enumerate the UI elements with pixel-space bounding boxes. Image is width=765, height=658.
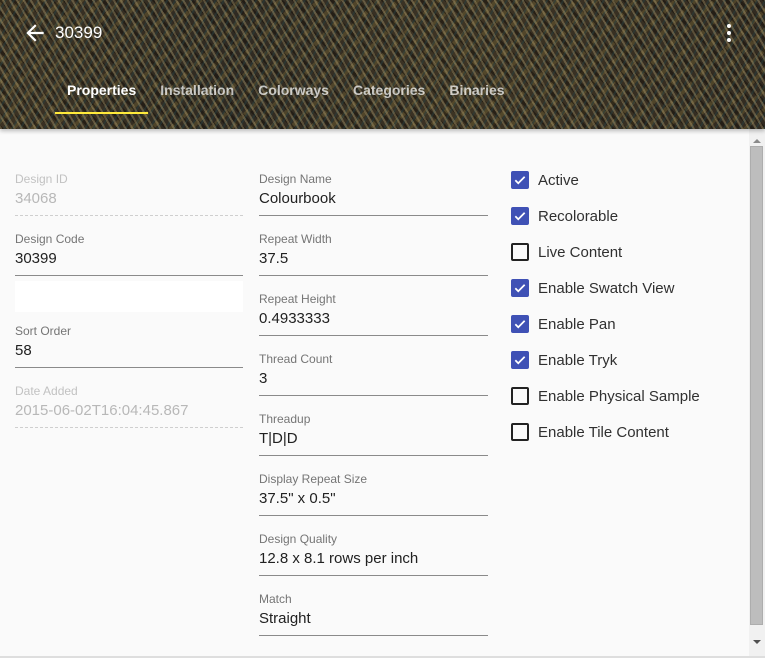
date-added-label: Date Added: [15, 384, 78, 398]
display-repeat-size-label: Display Repeat Size: [259, 472, 368, 486]
sort-order-field[interactable]: Sort Order 58: [15, 324, 243, 374]
repeat-width-value: 37.5: [259, 250, 289, 267]
app-header: 30399 Properties Installation Colorways …: [0, 0, 765, 129]
checkbox-label: Enable Physical Sample: [538, 387, 700, 405]
checkbox-box[interactable]: [511, 387, 529, 405]
repeat-height-label: Repeat Height: [259, 292, 336, 306]
checkbox-box[interactable]: [511, 207, 529, 225]
checkbox-enable-swatch-view[interactable]: Enable Swatch View: [511, 277, 674, 299]
design-name-value: Colourbook: [259, 190, 336, 207]
field-underline: [259, 275, 488, 276]
check-icon: [514, 356, 526, 365]
tab-properties[interactable]: Properties: [55, 76, 149, 114]
back-button[interactable]: [22, 20, 48, 46]
checkbox-box[interactable]: [511, 279, 529, 297]
threadup-value: T|D|D: [259, 430, 298, 447]
design-name-field[interactable]: Design Name Colourbook: [259, 172, 488, 222]
field-underline: [15, 367, 243, 368]
tab-categories[interactable]: Categories: [341, 76, 437, 114]
vertical-scrollbar[interactable]: [749, 129, 765, 658]
design-id-field[interactable]: Design ID 34068: [15, 172, 243, 222]
tab-colorways[interactable]: Colorways: [246, 76, 341, 114]
more-vert-icon: [727, 24, 731, 28]
design-quality-field[interactable]: Design Quality 12.8 x 8.1 rows per inch: [259, 532, 488, 582]
check-icon: [514, 320, 526, 329]
sort-order-label: Sort Order: [15, 324, 72, 338]
checkbox-recolorable[interactable]: Recolorable: [511, 205, 618, 227]
checkbox-label: Enable Swatch View: [538, 279, 675, 297]
checkbox-label: Recolorable: [538, 207, 619, 225]
checkbox-label: Enable Tryk: [538, 351, 618, 369]
checkbox-box[interactable]: [511, 315, 529, 333]
design-code-value: 30399: [15, 250, 57, 267]
repeat-height-field[interactable]: Repeat Height 0.4933333: [259, 292, 488, 342]
field-underline: [259, 455, 488, 456]
field-underline: [259, 515, 488, 516]
field-underline: [259, 215, 488, 216]
check-icon: [514, 212, 526, 221]
repeat-width-field[interactable]: Repeat Width 37.5: [259, 232, 488, 282]
tab-bar: Properties Installation Colorways Catego…: [55, 76, 517, 114]
tab-binaries[interactable]: Binaries: [437, 76, 516, 114]
checkbox-live-content[interactable]: Live Content: [511, 241, 622, 263]
threadup-label: Threadup: [259, 412, 311, 426]
checkbox-label: Active: [538, 171, 579, 189]
field-underline: [15, 427, 243, 428]
thread-count-field[interactable]: Thread Count 3: [259, 352, 488, 402]
design-code-label: Design Code: [15, 232, 85, 246]
checkbox-box[interactable]: [511, 351, 529, 369]
display-repeat-size-field[interactable]: Display Repeat Size 37.5" x 0.5": [259, 472, 488, 522]
sort-order-value: 58: [15, 342, 32, 359]
repeat-width-label: Repeat Width: [259, 232, 332, 246]
blank-input[interactable]: [15, 281, 243, 312]
field-underline: [15, 275, 243, 276]
checkbox-enable-tryk[interactable]: Enable Tryk: [511, 349, 617, 371]
checkbox-label: Enable Tile Content: [538, 423, 669, 441]
checkbox-label: Live Content: [538, 243, 623, 261]
scroll-down-button[interactable]: [749, 634, 765, 650]
field-underline: [15, 215, 243, 216]
checkbox-box[interactable]: [511, 171, 529, 189]
arrow-left-icon: [26, 24, 44, 42]
triangle-up-icon: [753, 139, 761, 143]
checkbox-label: Enable Pan: [538, 315, 616, 333]
more-vert-icon-dot: [727, 38, 731, 42]
checkbox-box[interactable]: [511, 423, 529, 441]
date-added-value: 2015-06-02T16:04:45.867: [15, 402, 189, 419]
field-underline: [259, 335, 488, 336]
check-icon: [514, 176, 526, 185]
date-added-field[interactable]: Date Added 2015-06-02T16:04:45.867: [15, 384, 243, 434]
match-field[interactable]: Match Straight: [259, 592, 488, 642]
threadup-field[interactable]: Threadup T|D|D: [259, 412, 488, 462]
page-title: 30399: [55, 23, 103, 42]
design-quality-label: Design Quality: [259, 532, 338, 546]
checkbox-active[interactable]: Active: [511, 169, 579, 191]
check-icon: [514, 284, 526, 293]
more-options-button[interactable]: [720, 20, 738, 46]
design-id-value: 34068: [15, 190, 57, 207]
design-id-label: Design ID: [15, 172, 68, 186]
checkbox-enable-tile-content[interactable]: Enable Tile Content: [511, 421, 669, 443]
display-repeat-size-value: 37.5" x 0.5": [259, 490, 336, 507]
scrollbar-thumb[interactable]: [750, 146, 763, 625]
checkbox-enable-physical-sample[interactable]: Enable Physical Sample: [511, 385, 700, 407]
design-quality-value: 12.8 x 8.1 rows per inch: [259, 550, 419, 567]
tab-installation[interactable]: Installation: [148, 76, 246, 114]
match-value: Straight: [259, 610, 311, 627]
checkbox-box[interactable]: [511, 243, 529, 261]
design-name-label: Design Name: [259, 172, 332, 186]
field-underline: [259, 635, 488, 636]
repeat-height-value: 0.4933333: [259, 310, 330, 327]
field-underline: [259, 575, 488, 576]
thread-count-value: 3: [259, 370, 268, 387]
match-label: Match: [259, 592, 292, 606]
thread-count-label: Thread Count: [259, 352, 333, 366]
triangle-down-icon: [753, 640, 761, 644]
more-vert-icon-dot: [727, 31, 731, 35]
checkbox-enable-pan[interactable]: Enable Pan: [511, 313, 616, 335]
design-code-field[interactable]: Design Code 30399: [15, 232, 243, 282]
field-underline: [259, 395, 488, 396]
